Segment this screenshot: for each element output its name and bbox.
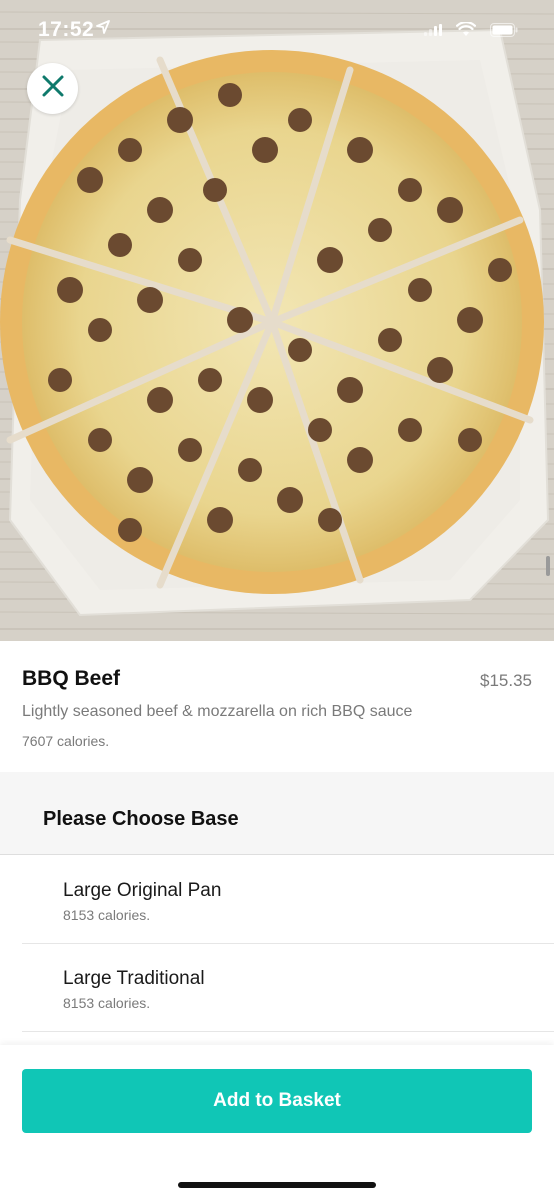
product-price: $15.35 bbox=[480, 671, 532, 690]
divider bbox=[22, 1031, 554, 1032]
section-title: Please Choose Base bbox=[43, 808, 239, 830]
option-large-original-pan[interactable]: Large Original Pan 8153 calories. bbox=[0, 856, 554, 944]
option-large-traditional[interactable]: Large Traditional 8153 calories. bbox=[0, 944, 554, 1032]
battery-icon bbox=[490, 22, 518, 42]
option-name: Large Traditional bbox=[63, 968, 205, 989]
pizza-illustration bbox=[0, 0, 554, 641]
scroll-indicator bbox=[546, 556, 550, 576]
product-image bbox=[0, 0, 554, 641]
product-description: Lightly seasoned beef & mozzarella on ri… bbox=[22, 703, 413, 720]
base-section-header: Please Choose Base bbox=[0, 772, 554, 855]
product-name: BBQ Beef bbox=[22, 667, 121, 690]
product-info: BBQ Beef $15.35 Lightly seasoned beef & … bbox=[0, 641, 554, 772]
signal-icon bbox=[424, 23, 442, 41]
home-indicator[interactable] bbox=[178, 1182, 376, 1188]
add-to-basket-button[interactable]: Add to Basket bbox=[22, 1069, 532, 1133]
wifi-icon bbox=[455, 21, 477, 42]
option-name: Large Original Pan bbox=[63, 880, 222, 901]
close-icon bbox=[41, 74, 65, 103]
close-button[interactable] bbox=[27, 63, 78, 114]
location-arrow-icon bbox=[96, 20, 110, 39]
option-calories: 8153 calories. bbox=[63, 995, 151, 1011]
product-calories: 7607 calories. bbox=[22, 733, 110, 749]
status-icons bbox=[424, 21, 518, 42]
status-bar: 17:52 bbox=[0, 0, 554, 60]
bottom-action-bar: Add to Basket bbox=[0, 1045, 554, 1200]
option-calories: 8153 calories. bbox=[63, 907, 151, 923]
status-time: 17:52 bbox=[38, 18, 95, 41]
